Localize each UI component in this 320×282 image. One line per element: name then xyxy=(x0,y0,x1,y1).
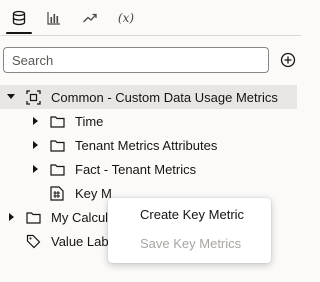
expand-caret[interactable] xyxy=(31,157,41,181)
panel-tabs: (x) xyxy=(0,0,301,36)
folder-icon xyxy=(49,109,65,133)
tab-data[interactable] xyxy=(4,3,34,34)
menu-item-label: Save Key Metrics xyxy=(140,235,242,251)
tree-item-label: Common - Custom Data Usage Metrics xyxy=(51,89,278,105)
expand-caret[interactable] xyxy=(7,205,17,229)
tree-item-label: Tenant Metrics Attributes xyxy=(75,137,218,153)
key-metrics-icon xyxy=(49,181,65,205)
search-input[interactable] xyxy=(3,47,269,73)
tree-item-label: Value Labe xyxy=(51,233,116,249)
add-icon xyxy=(280,52,296,68)
add-button[interactable] xyxy=(279,51,297,69)
tree-item-subject-area[interactable]: Common - Custom Data Usage Metrics xyxy=(0,85,297,109)
collapse-caret[interactable] xyxy=(6,85,16,109)
tree-item-label: Key M xyxy=(75,185,112,201)
expand-caret[interactable] xyxy=(31,109,41,133)
folder-icon xyxy=(49,157,65,181)
folder-icon xyxy=(49,133,65,157)
analytics-icon xyxy=(83,13,97,23)
caret-right-icon xyxy=(33,141,38,149)
tree-item-label: My Calcula xyxy=(51,209,116,225)
create-key-metric-menu-item[interactable]: Create Key Metric xyxy=(108,200,271,228)
caret-down-icon xyxy=(7,94,15,99)
caret-right-icon xyxy=(33,117,38,125)
context-menu: Create Key Metric Save Key Metrics xyxy=(108,198,271,263)
caret-right-icon xyxy=(9,213,14,221)
tree-item-time[interactable]: Time xyxy=(0,109,301,133)
caret-right-icon xyxy=(33,165,38,173)
subject-area-icon xyxy=(25,85,41,109)
tab-calculations[interactable]: (x) xyxy=(111,3,141,33)
calculations-icon: (x) xyxy=(117,11,135,25)
tree-item-label: Time xyxy=(75,113,104,129)
visualizations-icon xyxy=(47,12,60,25)
tag-icon xyxy=(25,229,41,253)
menu-item-label: Create Key Metric xyxy=(140,206,245,222)
save-key-metrics-menu-item: Save Key Metrics xyxy=(108,229,271,257)
tree-item-fact-tenant-metrics[interactable]: Fact - Tenant Metrics xyxy=(0,157,301,181)
tabs-divider xyxy=(0,35,301,36)
tab-analytics[interactable] xyxy=(75,3,105,33)
expand-caret[interactable] xyxy=(31,133,41,157)
tree-item-label: Fact - Tenant Metrics xyxy=(75,161,197,177)
tab-visualizations[interactable] xyxy=(39,3,69,33)
folder-icon xyxy=(25,205,41,229)
data-icon xyxy=(12,10,26,26)
tree-item-tenant-metrics-attributes[interactable]: Tenant Metrics Attributes xyxy=(0,133,301,157)
